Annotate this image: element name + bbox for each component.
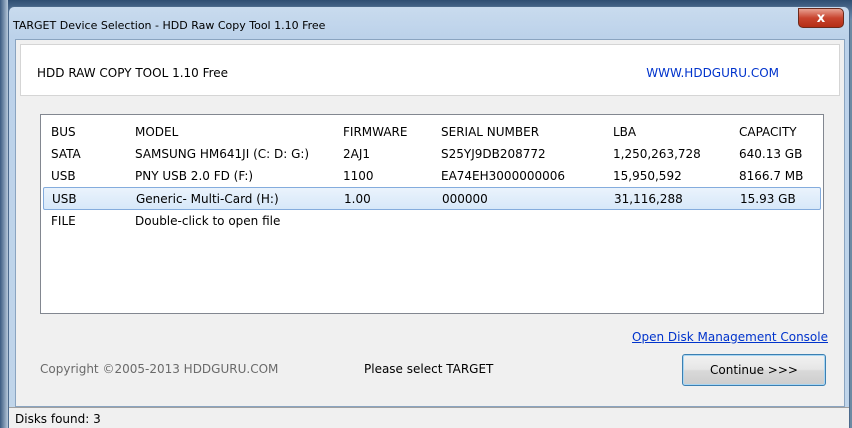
device-model: SAMSUNG HM641JI (C: D: G:) bbox=[135, 147, 310, 161]
open-disk-management-link[interactable]: Open Disk Management Console bbox=[632, 330, 828, 344]
close-button[interactable]: x bbox=[798, 8, 844, 28]
desktop-edge bbox=[0, 0, 8, 428]
device-bus: USB bbox=[51, 169, 76, 183]
device-serial: 000000 bbox=[442, 192, 488, 206]
device-bus: USB bbox=[52, 192, 77, 206]
instruction-text: Please select TARGET bbox=[364, 362, 494, 376]
disks-found-text: Disks found: 3 bbox=[15, 412, 101, 426]
device-firmware: 2AJ1 bbox=[343, 147, 371, 161]
column-header-serial-number[interactable]: SERIAL NUMBER bbox=[441, 125, 539, 139]
device-row[interactable]: SATA SAMSUNG HM641JI (C: D: G:) 2AJ1 S25… bbox=[43, 143, 821, 166]
device-model: Generic- Multi-Card (H:) bbox=[136, 192, 279, 206]
copyright-text: Copyright ©2005-2013 HDDGURU.COM bbox=[40, 362, 279, 376]
title-bar[interactable]: TARGET Device Selection - HDD Raw Copy T… bbox=[9, 7, 849, 39]
device-row[interactable]: USB PNY USB 2.0 FD (F:) 1100 EA74EH30000… bbox=[43, 165, 821, 188]
device-capacity: 15.93 GB bbox=[740, 192, 796, 206]
device-row-open-file[interactable]: FILE Double-click to open file bbox=[43, 210, 821, 233]
column-header-capacity[interactable]: CAPACITY bbox=[739, 125, 797, 139]
device-model: Double-click to open file bbox=[135, 214, 281, 228]
device-lba: 15,950,592 bbox=[613, 169, 682, 183]
device-serial: S25YJ9DB208772 bbox=[441, 147, 546, 161]
device-lba: 1,250,263,728 bbox=[613, 147, 701, 161]
device-bus: FILE bbox=[51, 214, 76, 228]
device-list-header: BUS MODEL FIRMWARE SERIAL NUMBER LBA CAP… bbox=[43, 121, 821, 144]
device-list[interactable]: BUS MODEL FIRMWARE SERIAL NUMBER LBA CAP… bbox=[40, 114, 824, 314]
device-capacity: 640.13 GB bbox=[739, 147, 803, 161]
column-header-lba[interactable]: LBA bbox=[613, 125, 636, 139]
device-serial: EA74EH3000000006 bbox=[441, 169, 566, 183]
close-icon: x bbox=[816, 10, 826, 26]
device-row-selected[interactable]: USB Generic- Multi-Card (H:) 1.00 000000… bbox=[43, 187, 821, 210]
header-panel: HDD RAW COPY TOOL 1.10 Free WWW.HDDGURU.… bbox=[20, 44, 840, 96]
app-name: HDD RAW COPY TOOL 1.10 Free bbox=[37, 66, 229, 80]
target-selection-window: TARGET Device Selection - HDD Raw Copy T… bbox=[8, 6, 850, 428]
device-bus: SATA bbox=[51, 147, 81, 161]
device-firmware: 1100 bbox=[343, 169, 374, 183]
device-model: PNY USB 2.0 FD (F:) bbox=[135, 169, 254, 183]
device-lba: 31,116,288 bbox=[614, 192, 683, 206]
status-bar: Disks found: 3 bbox=[9, 407, 849, 428]
column-header-firmware[interactable]: FIRMWARE bbox=[343, 125, 407, 139]
device-capacity: 8166.7 MB bbox=[739, 169, 804, 183]
column-header-model[interactable]: MODEL bbox=[135, 125, 178, 139]
window-title: TARGET Device Selection - HDD Raw Copy T… bbox=[13, 19, 326, 32]
continue-button[interactable]: Continue >>> bbox=[682, 354, 826, 386]
website-link[interactable]: WWW.HDDGURU.COM bbox=[646, 66, 779, 80]
device-firmware: 1.00 bbox=[344, 192, 371, 206]
dialog-body: HDD RAW COPY TOOL 1.10 Free WWW.HDDGURU.… bbox=[15, 39, 845, 407]
column-header-bus[interactable]: BUS bbox=[51, 125, 76, 139]
